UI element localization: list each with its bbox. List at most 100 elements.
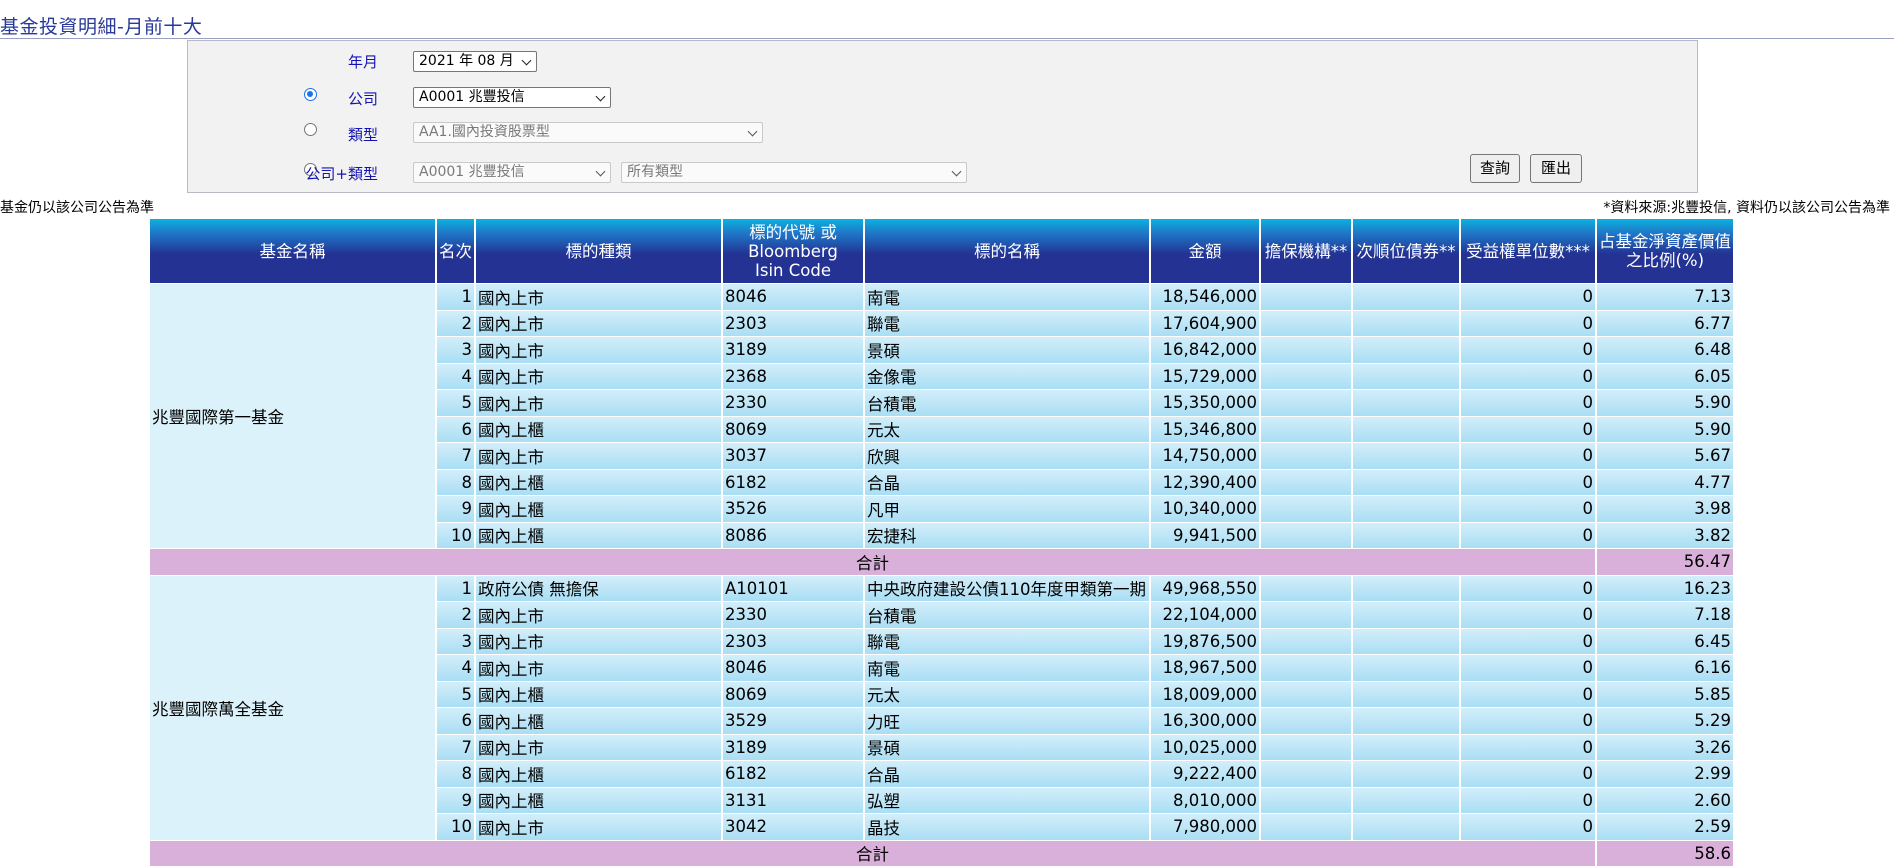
ratio-cell: 4.77 bbox=[1597, 469, 1733, 495]
month-select[interactable]: 2021 年 08 月 bbox=[413, 51, 537, 72]
query-button[interactable]: 查詢 bbox=[1470, 154, 1520, 183]
subordinated-cell bbox=[1353, 522, 1459, 548]
units-cell: 0 bbox=[1461, 337, 1595, 363]
guarantor-cell bbox=[1261, 496, 1351, 522]
units-cell: 0 bbox=[1461, 416, 1595, 442]
rank-cell: 5 bbox=[437, 390, 474, 416]
company-radio[interactable] bbox=[304, 88, 317, 101]
asset-code-cell: 3189 bbox=[723, 734, 863, 760]
subordinated-cell bbox=[1353, 310, 1459, 336]
asset-type-cell: 國內上市 bbox=[476, 443, 721, 469]
ratio-cell: 6.05 bbox=[1597, 363, 1733, 389]
query-panel: 年月 2021 年 08 月 公司 A0001 兆豐投信 類型 AA1.國內投資… bbox=[187, 40, 1698, 193]
guarantor-cell bbox=[1261, 602, 1351, 628]
company-type-company-select[interactable]: A0001 兆豐投信 bbox=[413, 162, 611, 183]
rank-cell: 8 bbox=[437, 469, 474, 495]
company-type-type-select[interactable]: 所有類型 bbox=[621, 162, 967, 183]
amount-cell: 16,300,000 bbox=[1151, 708, 1259, 734]
amount-cell: 10,340,000 bbox=[1151, 496, 1259, 522]
ratio-cell: 6.16 bbox=[1597, 655, 1733, 681]
type-label: 類型 bbox=[347, 126, 378, 144]
rank-cell: 5 bbox=[437, 681, 474, 707]
export-button[interactable]: 匯出 bbox=[1530, 154, 1582, 183]
ratio-cell: 6.48 bbox=[1597, 337, 1733, 363]
table-row: 兆豐國際第一基金 1 國內上市 8046 南電 18,546,000 0 7.13 bbox=[150, 284, 1733, 548]
amount-cell: 15,346,800 bbox=[1151, 416, 1259, 442]
asset-name-cell: 台積電 bbox=[865, 390, 1149, 416]
rank-cell: 2 bbox=[437, 602, 474, 628]
subordinated-cell bbox=[1353, 496, 1459, 522]
asset-type-cell: 國內上櫃 bbox=[476, 469, 721, 495]
asset-type-cell: 國內上櫃 bbox=[476, 416, 721, 442]
header-units: 受益權單位數*** bbox=[1461, 219, 1595, 283]
asset-type-cell: 國內上市 bbox=[476, 337, 721, 363]
subordinated-cell bbox=[1353, 708, 1459, 734]
asset-name-cell: 合晶 bbox=[865, 469, 1149, 495]
subordinated-cell bbox=[1353, 655, 1459, 681]
asset-name-cell: 晶技 bbox=[865, 814, 1149, 840]
asset-name-cell: 力旺 bbox=[865, 708, 1149, 734]
company-type-type-value: 所有類型 bbox=[627, 164, 683, 180]
subordinated-cell bbox=[1353, 628, 1459, 654]
type-radio[interactable] bbox=[304, 123, 317, 136]
ratio-cell: 5.67 bbox=[1597, 443, 1733, 469]
amount-cell: 16,842,000 bbox=[1151, 337, 1259, 363]
ratio-cell: 5.85 bbox=[1597, 681, 1733, 707]
fund-name-cell: 兆豐國際萬全基金 bbox=[150, 575, 435, 840]
units-cell: 0 bbox=[1461, 469, 1595, 495]
rank-cell: 9 bbox=[437, 787, 474, 813]
asset-code-cell: 2303 bbox=[723, 310, 863, 336]
amount-cell: 7,980,000 bbox=[1151, 814, 1259, 840]
amount-cell: 14,750,000 bbox=[1151, 443, 1259, 469]
subordinated-cell bbox=[1353, 363, 1459, 389]
rank-cell: 7 bbox=[437, 734, 474, 760]
asset-name-cell: 合晶 bbox=[865, 761, 1149, 787]
guarantor-cell bbox=[1261, 734, 1351, 760]
chevron-down-icon bbox=[521, 55, 532, 66]
amount-cell: 15,350,000 bbox=[1151, 390, 1259, 416]
type-select[interactable]: AA1.國內投資股票型 bbox=[413, 122, 763, 143]
chevron-down-icon bbox=[595, 91, 606, 102]
asset-name-cell: 弘塑 bbox=[865, 787, 1149, 813]
amount-cell: 8,010,000 bbox=[1151, 787, 1259, 813]
asset-name-cell: 欣興 bbox=[865, 443, 1149, 469]
asset-code-cell: 3037 bbox=[723, 443, 863, 469]
subtotal-value: 56.47 bbox=[1597, 549, 1733, 575]
units-cell: 0 bbox=[1461, 708, 1595, 734]
table-body: 兆豐國際第一基金 1 國內上市 8046 南電 18,546,000 0 7.13 2 國內上市 2… bbox=[150, 284, 1733, 866]
company-type-company-value: A0001 兆豐投信 bbox=[419, 164, 525, 180]
guarantor-cell bbox=[1261, 681, 1351, 707]
company-select[interactable]: A0001 兆豐投信 bbox=[413, 87, 611, 108]
month-label: 年月 bbox=[347, 53, 378, 71]
ratio-cell: 5.29 bbox=[1597, 708, 1733, 734]
asset-type-cell: 國內上櫃 bbox=[476, 681, 721, 707]
rank-cell: 6 bbox=[437, 708, 474, 734]
asset-code-cell: 3042 bbox=[723, 814, 863, 840]
ratio-cell: 2.60 bbox=[1597, 787, 1733, 813]
asset-type-cell: 國內上櫃 bbox=[476, 761, 721, 787]
asset-name-cell: 聯電 bbox=[865, 310, 1149, 336]
company-type-label: 公司+類型 bbox=[305, 165, 378, 183]
subordinated-cell bbox=[1353, 575, 1459, 601]
guarantor-cell bbox=[1261, 390, 1351, 416]
amount-cell: 10,025,000 bbox=[1151, 734, 1259, 760]
rank-cell: 4 bbox=[437, 363, 474, 389]
subtotal-row: 合計 56.47 bbox=[150, 549, 1733, 575]
header-asset-type: 標的種類 bbox=[476, 219, 721, 283]
guarantor-cell bbox=[1261, 708, 1351, 734]
rank-cell: 10 bbox=[437, 522, 474, 548]
header-asset-code: 標的代號 或 Bloomberg Isin Code bbox=[723, 219, 863, 283]
subordinated-cell bbox=[1353, 469, 1459, 495]
asset-code-cell: A10101 bbox=[723, 575, 863, 601]
asset-code-cell: 8046 bbox=[723, 284, 863, 310]
ratio-cell: 3.82 bbox=[1597, 522, 1733, 548]
rank-cell: 6 bbox=[437, 416, 474, 442]
header-rank: 名次 bbox=[437, 219, 474, 283]
units-cell: 0 bbox=[1461, 787, 1595, 813]
units-cell: 0 bbox=[1461, 628, 1595, 654]
data-source-note: *資料來源:兆豐投信, 資料仍以該公司公告為準 bbox=[1603, 200, 1890, 216]
rank-cell: 3 bbox=[437, 337, 474, 363]
asset-code-cell: 3526 bbox=[723, 496, 863, 522]
ratio-cell: 6.77 bbox=[1597, 310, 1733, 336]
amount-cell: 18,546,000 bbox=[1151, 284, 1259, 310]
